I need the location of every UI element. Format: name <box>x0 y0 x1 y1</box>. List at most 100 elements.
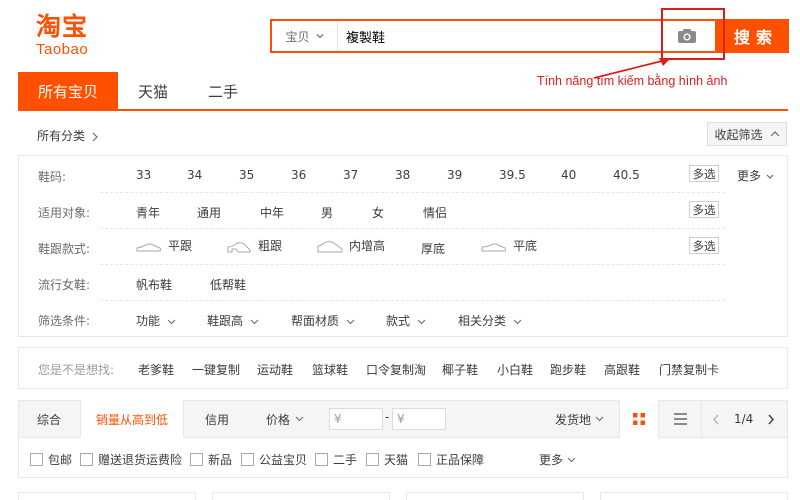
checkbox-box[interactable] <box>30 453 43 466</box>
checkbox-label: 天猫 <box>384 453 409 467</box>
checkbox-label: 新品 <box>208 453 233 467</box>
trend-option[interactable]: 低帮鞋 <box>210 276 246 293</box>
logo-english: Taobao <box>36 41 89 58</box>
suggestion-link[interactable]: 门禁复制卡 <box>659 361 719 378</box>
sort-by-credit[interactable]: 信用 <box>205 400 229 438</box>
condition-dropdown[interactable]: 帮面材质 <box>291 312 355 329</box>
price-max-input[interactable]: ¥ <box>392 408 446 430</box>
suggestion-link[interactable]: 高跟鞋 <box>604 361 640 378</box>
ship-from-label: 发货地 <box>555 412 592 427</box>
more-sizes-button[interactable]: 更多 <box>737 167 774 184</box>
size-option[interactable]: 39 <box>447 168 462 182</box>
heel-option[interactable]: 厚底 <box>421 240 445 257</box>
sort-by-price[interactable]: 价格 <box>266 400 304 438</box>
multi-select-button[interactable]: 多选 <box>689 201 719 218</box>
multi-select-button[interactable]: 多选 <box>689 237 719 254</box>
breadcrumb[interactable]: 所有分类 <box>37 127 99 144</box>
suggestion-link[interactable]: 老爹鞋 <box>138 361 174 378</box>
tab-tmall[interactable]: 天猫 <box>120 72 186 110</box>
heel-option[interactable]: 内增高 <box>317 237 385 254</box>
checkbox-authentic[interactable]: 正品保障 <box>418 451 484 468</box>
logo-chinese: 淘宝 <box>36 12 89 41</box>
suggestion-link[interactable]: 跑步鞋 <box>550 361 586 378</box>
chevron-left-icon[interactable] <box>712 414 720 425</box>
heel-option-label: 平底 <box>513 239 538 253</box>
chevron-down-icon <box>167 319 176 325</box>
size-option[interactable]: 35 <box>239 168 254 182</box>
size-option[interactable]: 33 <box>136 168 151 182</box>
sort-comprehensive[interactable]: 综合 <box>37 400 61 438</box>
sort-by-sales[interactable]: 销量从高到低 <box>80 400 184 438</box>
tab-second-hand[interactable]: 二手 <box>190 72 256 110</box>
checkbox-charity[interactable]: 公益宝贝 <box>241 451 307 468</box>
condition-dropdown[interactable]: 相关分类 <box>458 312 522 329</box>
checkbox-box[interactable] <box>241 453 254 466</box>
condition-label: 相关分类 <box>458 314 507 328</box>
chevron-down-icon <box>766 174 774 179</box>
checkbox-box[interactable] <box>190 453 203 466</box>
size-option[interactable]: 40.5 <box>613 168 640 182</box>
suggestion-link[interactable]: 小白鞋 <box>497 361 533 378</box>
collapse-filters-button[interactable]: 收起筛选 <box>707 122 787 146</box>
product-card[interactable] <box>18 492 196 500</box>
chevron-down-icon <box>513 319 522 325</box>
chevron-right-icon[interactable] <box>767 414 775 425</box>
audience-option[interactable]: 通用 <box>197 204 221 221</box>
size-option[interactable]: 40 <box>561 168 576 182</box>
condition-dropdown[interactable]: 款式 <box>386 312 426 329</box>
size-option[interactable]: 39.5 <box>499 168 526 182</box>
checkbox-free-shipping[interactable]: 包邮 <box>30 451 72 468</box>
list-view-button[interactable] <box>660 400 700 438</box>
suggestion-link[interactable]: 一键复制 <box>192 361 240 378</box>
multi-select-button[interactable]: 多选 <box>689 165 719 182</box>
checkbox-second-hand[interactable]: 二手 <box>315 451 357 468</box>
condition-dropdown[interactable]: 功能 <box>136 312 176 329</box>
checkbox-box[interactable] <box>366 453 379 466</box>
trend-option[interactable]: 帆布鞋 <box>136 276 172 293</box>
collapse-filters-label: 收起筛选 <box>714 127 763 142</box>
size-option[interactable]: 34 <box>187 168 202 182</box>
grid-icon <box>633 413 645 425</box>
audience-option[interactable]: 男 <box>321 204 333 221</box>
audience-option[interactable]: 中年 <box>260 204 284 221</box>
suggestion-link[interactable]: 篮球鞋 <box>312 361 348 378</box>
heel-option[interactable]: 粗跟 <box>226 237 282 254</box>
heel-option[interactable]: 平底 <box>481 237 537 254</box>
ship-from-dropdown[interactable]: 发货地 <box>555 400 604 438</box>
audience-option[interactable]: 青年 <box>136 204 160 221</box>
taobao-logo[interactable]: 淘宝 Taobao <box>36 12 106 62</box>
chevron-down-icon <box>567 457 576 462</box>
checkbox-box[interactable] <box>315 453 328 466</box>
audience-option[interactable]: 情侣 <box>423 204 447 221</box>
checkbox-more-button[interactable]: 更多 <box>539 451 576 468</box>
checkbox-box[interactable] <box>80 453 93 466</box>
search-button[interactable]: 搜索 <box>717 19 789 53</box>
condition-dropdown[interactable]: 鞋跟高 <box>207 312 259 329</box>
heel-option-label: 粗跟 <box>258 239 283 253</box>
heel-option[interactable]: 平跟 <box>136 237 192 254</box>
checkbox-tmall[interactable]: 天猫 <box>366 451 408 468</box>
checkbox-return-insurance[interactable]: 赠送退货运费险 <box>80 451 182 468</box>
suggestion-link[interactable]: 椰子鞋 <box>442 361 478 378</box>
checkbox-box[interactable] <box>418 453 431 466</box>
product-card[interactable] <box>212 492 390 500</box>
audience-option[interactable]: 女 <box>372 204 384 221</box>
chevron-right-icon <box>92 132 98 141</box>
product-card[interactable] <box>600 492 788 500</box>
suggestion-link[interactable]: 运动鞋 <box>257 361 293 378</box>
price-min-input[interactable]: ¥ <box>329 408 383 430</box>
search-scope-dropdown[interactable]: 宝贝 <box>272 21 338 51</box>
chevron-up-icon <box>770 131 779 137</box>
filter-label-trend: 流行女鞋: <box>38 278 91 292</box>
size-option[interactable]: 37 <box>343 168 358 182</box>
product-card[interactable] <box>406 492 584 500</box>
size-option[interactable]: 38 <box>395 168 410 182</box>
tab-all-items[interactable]: 所有宝贝 <box>18 72 118 110</box>
price-range-dash: - <box>385 410 390 424</box>
size-option[interactable]: 36 <box>291 168 306 182</box>
grid-view-button[interactable] <box>619 400 659 438</box>
hidden-heel-shoe-icon <box>317 240 343 252</box>
search-input[interactable] <box>346 21 646 51</box>
checkbox-new[interactable]: 新品 <box>190 451 232 468</box>
suggestion-link[interactable]: 口令复制淘 <box>366 361 426 378</box>
